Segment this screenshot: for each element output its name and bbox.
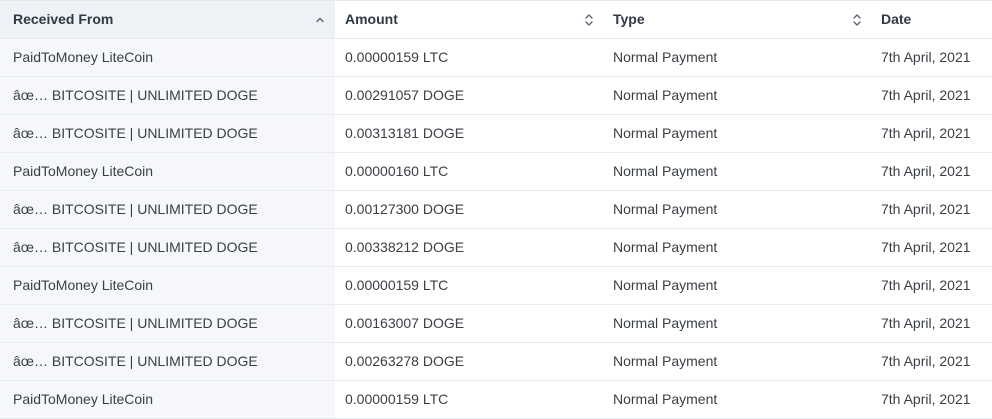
cell-type: Normal Payment: [613, 201, 718, 217]
cell-type: Normal Payment: [613, 163, 718, 179]
cell-type: Normal Payment: [613, 49, 718, 65]
cell-received-from: âœ… BITCOSITE | UNLIMITED DOGE: [0, 191, 335, 228]
cell-amount: 0.00313181 DOGE: [345, 125, 465, 141]
cell-amount: 0.00163007 DOGE: [345, 315, 465, 331]
cell-amount: 0.00338212 DOGE: [345, 239, 465, 255]
column-header-amount[interactable]: Amount: [335, 1, 603, 38]
table-row: âœ… BITCOSITE | UNLIMITED DOGE 0.0029105…: [0, 77, 992, 115]
table-row: PaidToMoney LiteCoin 0.00000159 LTC Norm…: [0, 39, 992, 77]
column-header-date: Date: [871, 1, 992, 38]
cell-date: 7th April, 2021: [881, 315, 971, 331]
column-header-label: Date: [881, 11, 912, 27]
chevron-up-icon[interactable]: [312, 1, 328, 38]
cell-received-from: PaidToMoney LiteCoin: [0, 381, 335, 418]
cell-received-from: PaidToMoney LiteCoin: [0, 39, 335, 76]
cell-received-from: PaidToMoney LiteCoin: [0, 153, 335, 190]
cell-received-from: âœ… BITCOSITE | UNLIMITED DOGE: [0, 229, 335, 266]
cell-date: 7th April, 2021: [881, 49, 971, 65]
table-row: âœ… BITCOSITE | UNLIMITED DOGE 0.0012730…: [0, 191, 992, 229]
cell-amount: 0.00127300 DOGE: [345, 201, 465, 217]
table-row: âœ… BITCOSITE | UNLIMITED DOGE 0.0016300…: [0, 305, 992, 343]
sort-updown-icon[interactable]: [581, 1, 597, 38]
cell-date: 7th April, 2021: [881, 391, 971, 407]
cell-received-from: âœ… BITCOSITE | UNLIMITED DOGE: [0, 305, 335, 342]
table-row: PaidToMoney LiteCoin 0.00000159 LTC Norm…: [0, 381, 992, 419]
column-header-received-from[interactable]: Received From: [0, 1, 335, 38]
table-row: âœ… BITCOSITE | UNLIMITED DOGE 0.0033821…: [0, 229, 992, 267]
cell-date: 7th April, 2021: [881, 353, 971, 369]
cell-amount: 0.00000159 LTC: [345, 49, 449, 65]
cell-amount: 0.00263278 DOGE: [345, 353, 465, 369]
cell-type: Normal Payment: [613, 239, 718, 255]
cell-type: Normal Payment: [613, 277, 718, 293]
cell-date: 7th April, 2021: [881, 87, 971, 103]
cell-date: 7th April, 2021: [881, 163, 971, 179]
table-header-row: Received From Amount Type Date: [0, 1, 992, 39]
cell-amount: 0.00000159 LTC: [345, 277, 449, 293]
cell-date: 7th April, 2021: [881, 277, 971, 293]
column-header-label: Type: [613, 11, 645, 27]
cell-amount: 0.00000160 LTC: [345, 163, 449, 179]
cell-received-from: âœ… BITCOSITE | UNLIMITED DOGE: [0, 343, 335, 380]
cell-type: Normal Payment: [613, 391, 718, 407]
cell-received-from: âœ… BITCOSITE | UNLIMITED DOGE: [0, 115, 335, 152]
table-row: PaidToMoney LiteCoin 0.00000160 LTC Norm…: [0, 153, 992, 191]
column-header-type[interactable]: Type: [603, 1, 871, 38]
cell-date: 7th April, 2021: [881, 239, 971, 255]
column-header-label: Received From: [13, 11, 114, 27]
table-row: âœ… BITCOSITE | UNLIMITED DOGE 0.0026327…: [0, 343, 992, 381]
table-row: âœ… BITCOSITE | UNLIMITED DOGE 0.0031318…: [0, 115, 992, 153]
cell-amount: 0.00291057 DOGE: [345, 87, 465, 103]
cell-type: Normal Payment: [613, 125, 718, 141]
cell-amount: 0.00000159 LTC: [345, 391, 449, 407]
column-header-label: Amount: [345, 11, 398, 27]
cell-date: 7th April, 2021: [881, 125, 971, 141]
cell-received-from: âœ… BITCOSITE | UNLIMITED DOGE: [0, 77, 335, 114]
cell-type: Normal Payment: [613, 87, 718, 103]
cell-date: 7th April, 2021: [881, 201, 971, 217]
sort-updown-icon[interactable]: [849, 1, 865, 38]
cell-type: Normal Payment: [613, 353, 718, 369]
cell-type: Normal Payment: [613, 315, 718, 331]
cell-received-from: PaidToMoney LiteCoin: [0, 267, 335, 304]
table-row: PaidToMoney LiteCoin 0.00000159 LTC Norm…: [0, 267, 992, 305]
payments-table: Received From Amount Type Date PaidToMon…: [0, 0, 992, 419]
